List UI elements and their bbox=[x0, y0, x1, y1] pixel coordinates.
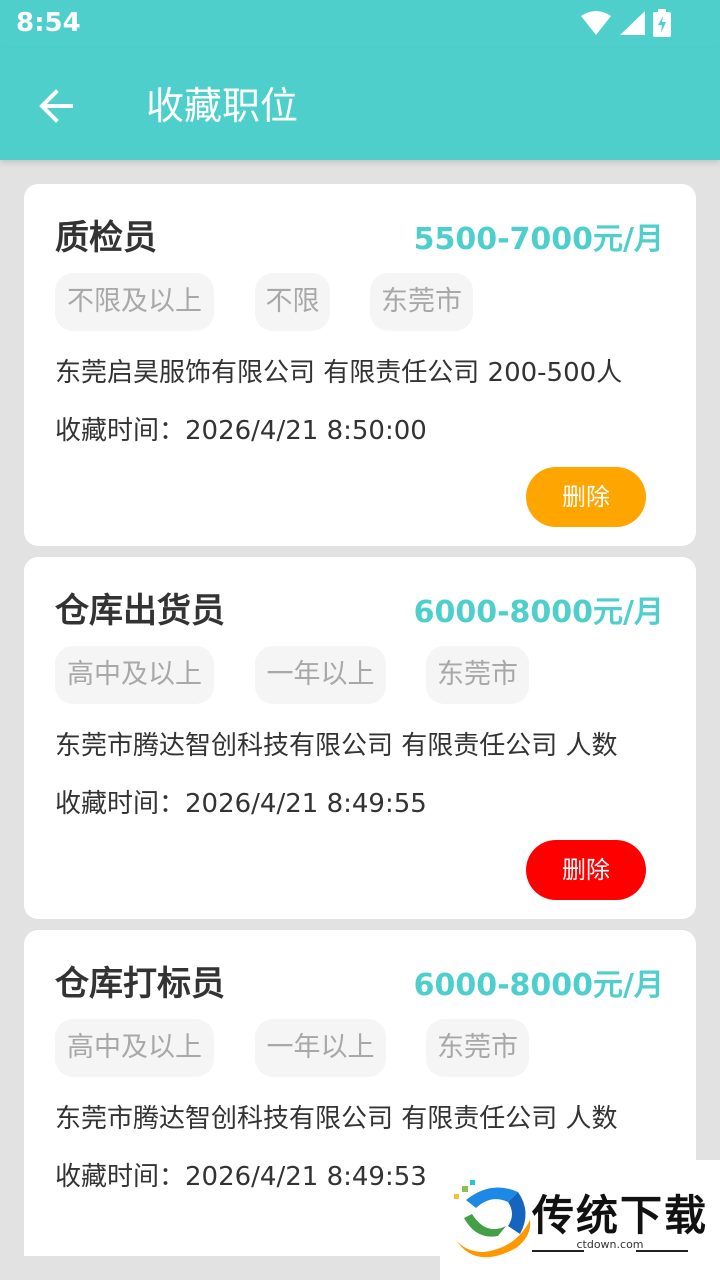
company-info: 东莞启昊服饰有限公司 有限责任公司 200-500人 bbox=[55, 358, 623, 388]
watermark-line-right bbox=[636, 1250, 688, 1252]
education-tag: 不限及以上 bbox=[55, 273, 214, 331]
app-bar: 收藏职位 bbox=[0, 48, 720, 160]
location-tag: 东莞市 bbox=[426, 1019, 529, 1077]
arrow-left-icon bbox=[39, 89, 73, 123]
favorite-time: 收藏时间：2026/4/21 8:49:55 bbox=[55, 789, 427, 819]
job-salary: 5500-7000元/月 bbox=[413, 222, 664, 257]
favorite-time: 收藏时间：2026/4/21 8:50:00 bbox=[55, 416, 427, 446]
back-button[interactable] bbox=[28, 78, 84, 134]
education-tag: 高中及以上 bbox=[55, 646, 214, 704]
delete-button[interactable]: 删除 bbox=[526, 467, 646, 527]
experience-tag: 一年以上 bbox=[255, 1019, 386, 1077]
status-bar: 8:54 bbox=[0, 0, 720, 48]
status-icons bbox=[580, 9, 672, 37]
job-title: 仓库出货员 bbox=[55, 591, 225, 631]
battery-icon bbox=[653, 9, 671, 37]
signal-icon bbox=[620, 11, 645, 35]
favorite-time: 收藏时间：2026/4/21 8:49:53 bbox=[55, 1162, 427, 1192]
status-time: 8:54 bbox=[16, 8, 81, 38]
job-card[interactable]: 质检员 5500-7000元/月 不限及以上 不限 东莞市 东莞启昊服饰有限公司… bbox=[24, 184, 696, 546]
experience-tag: 一年以上 bbox=[255, 646, 386, 704]
company-info: 东莞市腾达智创科技有限公司 有限责任公司 人数 bbox=[55, 1104, 618, 1134]
education-tag: 高中及以上 bbox=[55, 1019, 214, 1077]
job-card[interactable]: 仓库出货员 6000-8000元/月 高中及以上 一年以上 东莞市 东莞市腾达智… bbox=[24, 557, 696, 919]
experience-tag: 不限 bbox=[255, 273, 330, 331]
brand-logo-icon bbox=[454, 1180, 531, 1258]
location-tag: 东莞市 bbox=[426, 646, 529, 704]
job-salary: 6000-8000元/月 bbox=[413, 595, 664, 630]
job-salary: 6000-8000元/月 bbox=[413, 968, 664, 1003]
job-title: 仓库打标员 bbox=[55, 964, 225, 1004]
location-tag: 东莞市 bbox=[370, 273, 473, 331]
wifi-icon bbox=[581, 11, 611, 35]
job-title: 质检员 bbox=[55, 218, 157, 258]
page-title: 收藏职位 bbox=[146, 84, 299, 128]
watermark: 传统下载 ctdown.com bbox=[440, 1160, 720, 1280]
company-info: 东莞市腾达智创科技有限公司 有限责任公司 人数 bbox=[55, 731, 618, 761]
delete-button[interactable]: 删除 bbox=[526, 840, 646, 900]
watermark-brand: 传统下载 bbox=[532, 1191, 709, 1240]
